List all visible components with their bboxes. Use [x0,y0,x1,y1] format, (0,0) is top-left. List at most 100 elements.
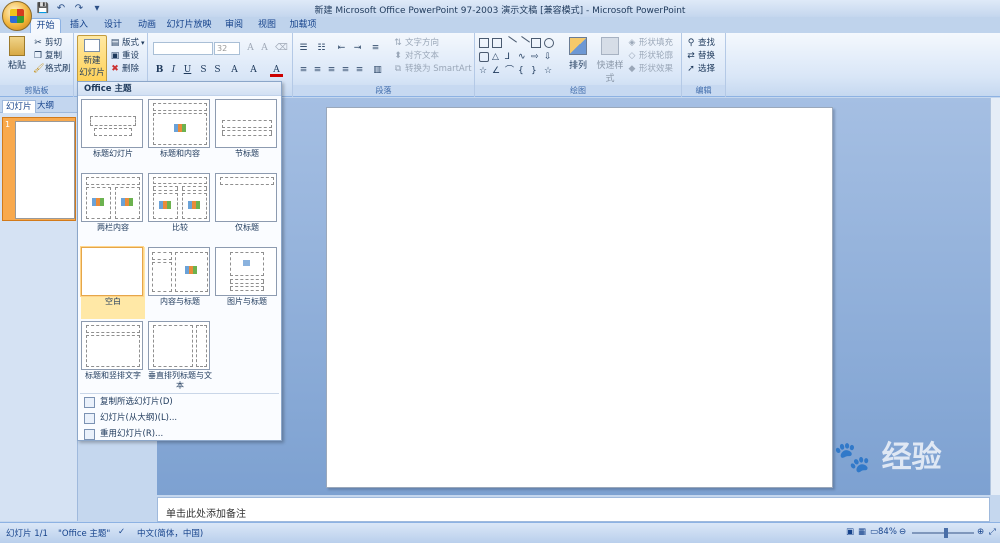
shapes-gallery[interactable]: △ ⅃ ∿ ⇨ ⇩ ☆ ∠ ⌒ { } ☆ [479,36,561,78]
slide-canvas[interactable] [326,107,833,488]
select-button[interactable]: ➚ 选择 [686,63,715,75]
strikethrough-button[interactable]: S [197,64,210,77]
align-left-button[interactable]: ≡ [297,64,310,77]
sorter-view-icon[interactable]: ▦ [858,527,866,537]
spacing-button[interactable]: A [228,64,241,77]
slide-thumbnail[interactable]: 1 [2,117,76,221]
spellcheck-icon[interactable]: ✓ [118,527,125,537]
shape-outline-button[interactable]: ◇ 形状轮廓 [627,50,673,62]
line-spacing-button[interactable]: ≡ [369,42,382,55]
new-slide-button[interactable]: 新建 幻灯片▾ [77,35,107,87]
grow-font-button[interactable]: A [244,42,257,55]
slideshow-view-icon[interactable]: ▭ [870,527,878,537]
rectangle-shape-icon[interactable] [531,38,541,48]
star-small-shape-icon[interactable]: ☆ [544,66,554,76]
change-case-button[interactable]: A [247,64,260,77]
layout-title-slide[interactable]: 标题幻灯片 [81,99,145,159]
layout-picture-caption[interactable]: 图片与标题 [215,247,279,307]
justify-button[interactable]: ≡ [339,64,352,77]
tab-slide-show[interactable]: 幻灯片放映 [164,18,214,33]
right-brace-shape-icon[interactable]: } [531,66,541,76]
cut-button[interactable]: ✂ 剪切 [33,37,62,49]
align-right-button[interactable]: ≡ [325,64,338,77]
arrange-button[interactable]: 排列 [565,37,591,71]
layout-vertical-title-text[interactable]: 垂直排列标题与文本 [148,321,212,391]
language[interactable]: 中文(简体，中国) [137,527,203,539]
elbow-connector-icon[interactable]: ⅃ [505,52,515,62]
layout-two-content[interactable]: 两栏内容 [81,173,145,233]
zoom-slider-thumb[interactable] [944,528,948,538]
bold-button[interactable]: B [153,64,166,77]
text-direction-button[interactable]: ⇅ 文字方向 [393,37,439,49]
freeform-shape-icon[interactable]: ∠ [492,66,502,76]
align-center-button[interactable]: ≡ [311,64,324,77]
tab-animations[interactable]: 动画 [132,18,162,33]
shadow-button[interactable]: S [211,64,224,77]
convert-smartart-button[interactable]: ⧉ 转换为 SmartArt [393,63,472,75]
increase-indent-button[interactable]: ⇥ [351,42,364,55]
tab-review[interactable]: 审阅 [219,18,249,33]
fit-window-icon[interactable]: ⤢ [989,527,996,537]
font-size-field[interactable]: 32 [214,42,240,55]
delete-slide-button[interactable]: ✖ 删除 [110,63,139,75]
triangle-shape-icon[interactable]: △ [492,52,502,62]
shrink-font-button[interactable]: A [258,42,271,55]
arrow-shape-icon[interactable] [516,36,530,50]
right-arrow-shape-icon[interactable]: ⇨ [531,52,541,62]
replace-button[interactable]: ⇄ 替换 [686,50,715,62]
down-arrow-shape-icon[interactable]: ⇩ [544,52,554,62]
tab-insert[interactable]: 插入 [64,18,94,33]
tab-design[interactable]: 设计 [98,18,128,33]
office-button[interactable] [2,1,32,31]
reuse-slides-item[interactable]: 重用幻灯片(R)... [82,427,277,442]
layout-content-caption[interactable]: 内容与标题 [148,247,212,307]
reset-button[interactable]: ▣ 重设 [110,50,139,62]
font-name-field[interactable] [153,42,213,55]
star-shape-icon[interactable]: ☆ [479,66,489,76]
align-text-button[interactable]: ⬍ 对齐文本 [393,50,439,62]
tab-home[interactable]: 开始 [30,18,61,33]
line-shape-icon[interactable] [503,36,517,50]
layout-comparison[interactable]: 比较 [148,173,212,233]
layout-blank[interactable]: 空白 [81,247,145,319]
normal-view-icon[interactable]: ▣ [846,527,854,537]
numbering-button[interactable]: ☷ [315,42,328,55]
find-button[interactable]: ⚲ 查找 [686,37,715,49]
slides-from-outline-item[interactable]: 幻灯片(从大纲)(L)... [82,411,277,426]
underline-button[interactable]: U [181,64,194,77]
layout-title-content[interactable]: 标题和内容 [148,99,212,159]
duplicate-slide-item[interactable]: 复制所选幻灯片(D) [82,395,277,410]
rounded-rect-shape-icon[interactable] [479,52,489,62]
columns-button[interactable]: ▥ [371,64,384,77]
layout-title-only[interactable]: 仅标题 [215,173,279,233]
format-painter-button[interactable]: 🖌 格式刷 [33,63,71,75]
decrease-indent-button[interactable]: ⇤ [335,42,348,55]
vertical-scrollbar[interactable] [990,98,1000,495]
zoom-level[interactable]: 84% [878,527,897,537]
zoom-out-icon[interactable]: ⊖ [899,527,906,537]
layout-button[interactable]: ▤ 版式 ▾ [110,37,145,49]
curve-shape-icon[interactable]: ⌒ [505,66,515,76]
layout-title-vertical-text[interactable]: 标题和竖排文字 [81,321,145,381]
quick-styles-button[interactable]: 快速样式 [593,37,627,84]
vertical-textbox-shape-icon[interactable] [492,38,502,48]
bullets-button[interactable]: ☰ [297,42,310,55]
shape-fill-button[interactable]: ◈ 形状填充 [627,37,673,49]
tab-view[interactable]: 视图 [252,18,282,33]
textbox-shape-icon[interactable] [479,38,489,48]
font-color-button[interactable]: A [270,64,283,77]
tab-add-ins[interactable]: 加载项 [287,18,319,33]
zoom-slider[interactable] [912,528,974,538]
paste-button[interactable]: 粘贴 [4,36,30,71]
copy-button[interactable]: ❐ 复制 [33,50,62,62]
shape-effects-button[interactable]: ◆ 形状效果 [627,63,673,75]
tab-slides[interactable]: 幻灯片 [2,100,36,113]
distributed-button[interactable]: ≡ [353,64,366,77]
zoom-in-icon[interactable]: ⊕ [977,527,984,537]
italic-button[interactable]: I [167,64,180,77]
layout-section-header[interactable]: 节标题 [215,99,279,159]
tab-outline[interactable]: 大纲 [34,100,57,113]
brace-shape-icon[interactable]: { [518,66,528,76]
curved-connector-icon[interactable]: ∿ [518,52,528,62]
oval-shape-icon[interactable] [544,38,554,48]
